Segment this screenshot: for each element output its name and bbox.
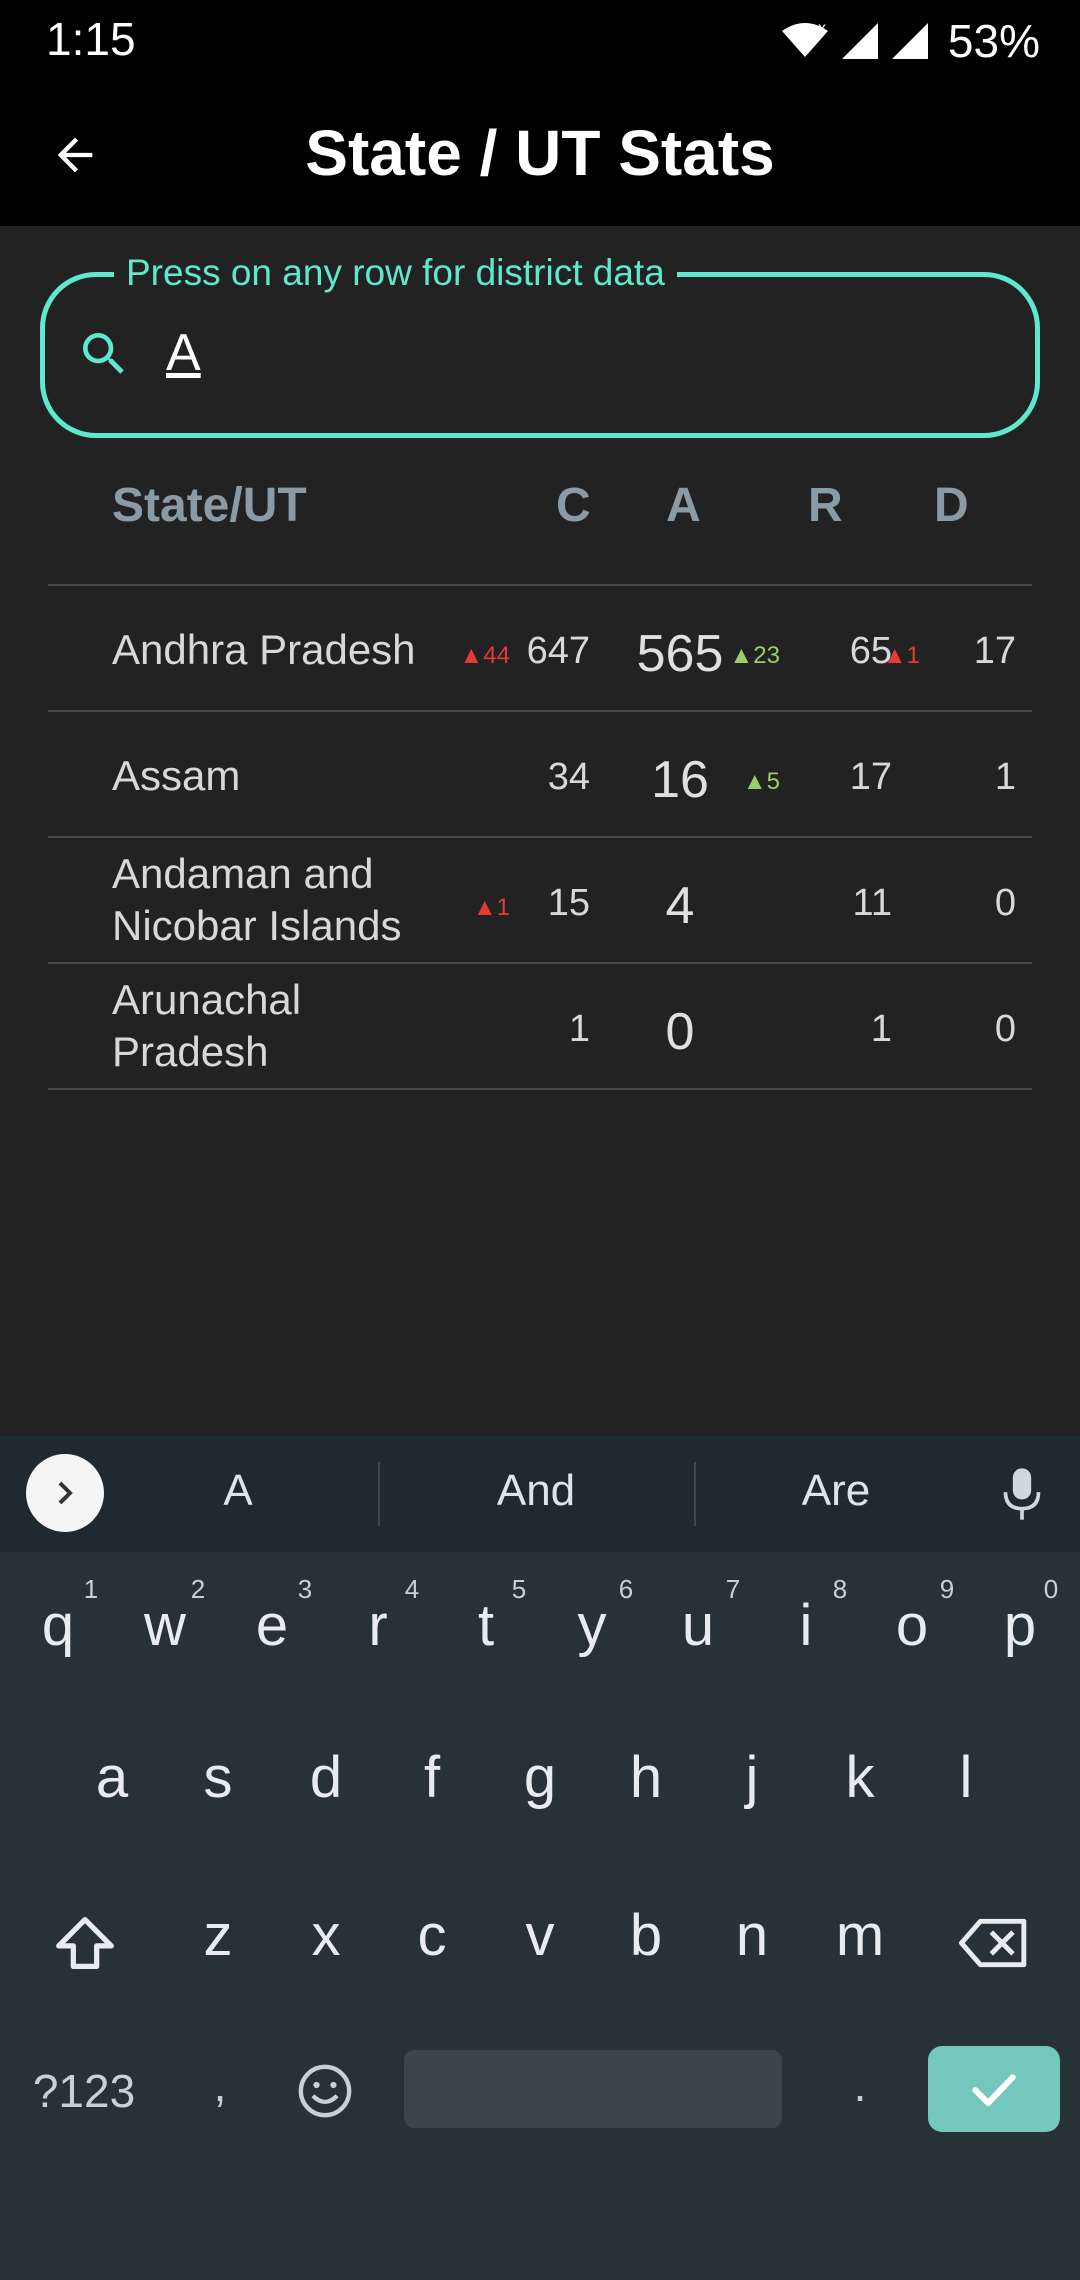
active-count: 0 xyxy=(665,1003,695,1061)
microphone-icon xyxy=(1003,1468,1041,1520)
suggestion-2[interactable]: And xyxy=(436,1466,636,1516)
wifi-icon: x xyxy=(781,21,828,57)
header-deaths: D xyxy=(934,479,969,532)
recovered-count: 1 xyxy=(870,1008,892,1050)
table-row[interactable]: Andhra Pradesh ▲44 647 565 ▲23 65 ▲1 17 xyxy=(48,586,1032,710)
backspace-icon xyxy=(958,1918,1027,1968)
key-h[interactable]: h xyxy=(596,1744,696,1811)
signal-icon-2 xyxy=(891,23,928,59)
divider xyxy=(48,1088,1032,1090)
key-d[interactable]: d xyxy=(276,1744,376,1811)
key-k[interactable]: k xyxy=(810,1744,910,1811)
period-key[interactable]: . xyxy=(830,2058,890,2112)
header-recovered: R xyxy=(808,479,843,532)
recovered-count: 17 xyxy=(849,756,892,798)
confirmed-count: 34 xyxy=(547,756,590,798)
suggestion-strip: A And Are xyxy=(0,1436,1080,1552)
emoji-key[interactable] xyxy=(296,2062,354,2120)
deaths-count: 0 xyxy=(994,882,1016,924)
enter-key[interactable] xyxy=(928,2046,1060,2132)
key-hint: 3 xyxy=(297,1574,313,1604)
status-icons: x 53% xyxy=(780,14,1040,68)
deaths-delta: ▲1 xyxy=(882,642,920,669)
key-j[interactable]: j xyxy=(702,1744,802,1811)
shift-icon xyxy=(56,1917,114,1969)
key-hint: 4 xyxy=(404,1574,420,1604)
page-title: State / UT Stats xyxy=(305,117,775,189)
key-hint: 0 xyxy=(1043,1574,1059,1604)
space-key[interactable] xyxy=(404,2050,782,2128)
svg-text:x: x xyxy=(818,21,826,37)
key-hint: 8 xyxy=(832,1574,848,1604)
table-row[interactable]: Assam 34 16 ▲5 17 1 xyxy=(48,712,1032,836)
search-icon xyxy=(83,333,124,374)
comma-key[interactable]: , xyxy=(190,2058,250,2112)
emoji-icon xyxy=(298,2064,352,2118)
deaths-count: 1 xyxy=(994,756,1016,798)
key-hint: 1 xyxy=(83,1574,99,1604)
key-z[interactable]: z xyxy=(168,1902,268,1969)
app-bar: State / UT Stats xyxy=(0,80,1080,226)
active-count: 4 xyxy=(665,877,695,935)
divider xyxy=(694,1462,696,1526)
mic-button[interactable] xyxy=(984,1456,1060,1532)
recovered-delta: ▲23 xyxy=(729,642,780,669)
table-row[interactable]: Andaman and Nicobar Islands ▲1 15 4 11 0 xyxy=(48,838,1032,962)
state-name: Andhra Pradesh xyxy=(112,626,416,673)
confirmed-delta: ▲1 xyxy=(472,894,510,921)
key-hint: 5 xyxy=(511,1574,527,1604)
state-name: Assam xyxy=(112,752,241,799)
shift-key[interactable] xyxy=(50,1908,120,1978)
status-bar: 1:15 x 53% xyxy=(0,0,1080,80)
confirmed-count: 15 xyxy=(547,882,590,924)
recovered-count: 11 xyxy=(852,882,892,924)
check-icon xyxy=(972,2074,1016,2107)
soft-keyboard: A And Are xyxy=(0,1436,1080,2280)
key-hint: 9 xyxy=(939,1574,955,1604)
table-row[interactable]: Arunachal Pradesh 1 0 1 0 xyxy=(48,964,1032,1088)
deaths-count: 17 xyxy=(973,630,1016,672)
confirmed-count: 647 xyxy=(526,630,590,672)
key-g[interactable]: g xyxy=(490,1744,590,1811)
key-n[interactable]: n xyxy=(702,1902,802,1969)
search-label: Press on any row for district data xyxy=(114,252,677,294)
key-l[interactable]: l xyxy=(916,1744,1016,1811)
key-x[interactable]: x xyxy=(276,1902,376,1969)
battery-level: 53% xyxy=(947,15,1040,67)
symbols-key[interactable]: ?123 xyxy=(24,2064,144,2118)
state-name: Arunachal Pradesh xyxy=(112,976,302,1075)
search-input[interactable] xyxy=(166,318,966,388)
header-confirmed: C xyxy=(556,479,591,532)
chevron-right-icon xyxy=(58,1481,73,1505)
state-name: Andaman and Nicobar Islands xyxy=(112,850,402,949)
header-state: State/UT xyxy=(112,479,307,532)
status-time: 1:15 xyxy=(46,13,136,65)
key-a[interactable]: a xyxy=(62,1744,162,1811)
key-f[interactable]: f xyxy=(382,1744,482,1811)
app-root: 1:15 x 53% State / UT Stats Press on any… xyxy=(0,0,1080,2280)
key-c[interactable]: c xyxy=(382,1902,482,1969)
deaths-count: 0 xyxy=(994,1008,1016,1050)
divider xyxy=(378,1462,380,1526)
key-b[interactable]: b xyxy=(596,1902,696,1969)
header-active: A xyxy=(666,479,701,532)
key-hint: 7 xyxy=(725,1574,741,1604)
key-hint: 2 xyxy=(190,1574,206,1604)
confirmed-count: 1 xyxy=(568,1008,590,1050)
key-v[interactable]: v xyxy=(490,1902,590,1969)
confirmed-delta: ▲44 xyxy=(459,642,510,669)
key-m[interactable]: m xyxy=(810,1902,910,1969)
key-s[interactable]: s xyxy=(168,1744,268,1811)
backspace-key[interactable] xyxy=(956,1910,1032,1976)
signal-icon xyxy=(841,23,878,59)
suggestion-3[interactable]: Are xyxy=(736,1466,936,1516)
suggestion-1[interactable]: A xyxy=(138,1466,338,1516)
recovered-delta: ▲5 xyxy=(742,768,780,795)
expand-suggestions-button[interactable] xyxy=(26,1454,104,1532)
key-hint: 6 xyxy=(618,1574,634,1604)
